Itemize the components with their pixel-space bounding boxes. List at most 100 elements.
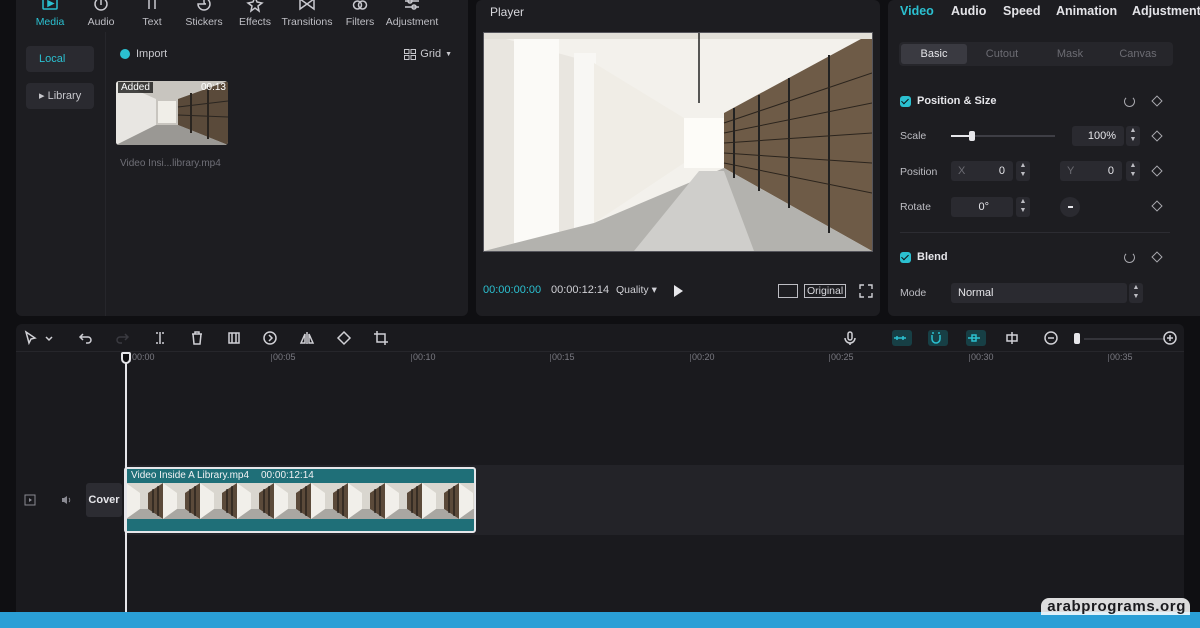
play-icon[interactable] [674, 285, 683, 297]
waveform-icon[interactable] [778, 284, 798, 298]
subtab-bar: Basic Cutout Mask Canvas [899, 42, 1173, 66]
chevron-down-icon[interactable] [44, 330, 54, 346]
timeline-ruler[interactable]: 00:00 00:05 00:10 00:15 00:20 00:25 00:3… [126, 352, 1184, 366]
filmstrip-frame [422, 483, 459, 519]
fullscreen-icon[interactable] [859, 284, 873, 298]
scale-stepper[interactable]: ▲ ▼ [1126, 126, 1140, 146]
zoom-in-icon[interactable] [1162, 330, 1178, 346]
sidebar-item-library[interactable]: ▸ Library [26, 83, 94, 109]
blend-mode-stepper[interactable]: ▲ ▼ [1129, 283, 1143, 303]
zoom-slider-knob[interactable] [1074, 333, 1080, 344]
subtab-canvas[interactable]: Canvas [1105, 44, 1171, 64]
player-controls: 00:00:00:00 00:00:12:14 Quality ▾ Origin… [476, 284, 880, 300]
tab-effects[interactable]: Effects [225, 0, 285, 32]
media-filename: Video Insi...library.mp4 [120, 158, 221, 169]
redo-icon[interactable] [114, 330, 130, 346]
tab-filters-label: Filters [345, 16, 375, 28]
delete-icon[interactable] [189, 330, 205, 346]
cover-button[interactable]: Cover [86, 483, 122, 517]
media-icon [42, 0, 58, 10]
rotate-dial[interactable] [1060, 197, 1080, 217]
audio-icon [94, 0, 108, 11]
blend-header[interactable]: Blend [900, 251, 948, 263]
scale-label: Scale [900, 130, 927, 142]
microphone-icon[interactable] [842, 330, 858, 346]
crop-icon[interactable] [373, 330, 389, 346]
reverse-icon[interactable] [262, 330, 278, 346]
tab-audio-props[interactable]: Audio [951, 4, 986, 18]
undo-icon[interactable] [78, 330, 94, 346]
clip-duration: 00:00:12:14 [261, 470, 314, 481]
tab-text[interactable]: Text [122, 0, 182, 32]
text-icon [148, 0, 156, 9]
ruler-tick: 00:10 [411, 352, 436, 362]
tab-adjustment[interactable]: Adjustment [382, 0, 442, 32]
tab-speed[interactable]: Speed [1003, 4, 1041, 18]
tab-adjustment-props[interactable]: Adjustment [1132, 4, 1200, 18]
blend-reset-icon[interactable] [1124, 252, 1135, 263]
filmstrip-frame [237, 483, 274, 519]
position-y-stepper[interactable]: ▲ ▼ [1126, 161, 1140, 181]
subtab-basic[interactable]: Basic [901, 44, 967, 64]
magnet-icon[interactable] [928, 330, 948, 346]
playhead-handle[interactable] [121, 352, 131, 364]
media-duration: 00:13 [200, 82, 226, 93]
tab-animation[interactable]: Animation [1056, 4, 1117, 18]
track-video-icon[interactable] [24, 494, 36, 506]
view-mode-dropdown[interactable]: Grid ▼ [404, 48, 452, 60]
zoom-out-icon[interactable] [1043, 330, 1059, 346]
video-preview[interactable] [483, 32, 873, 252]
scale-slider[interactable] [951, 131, 1055, 141]
split-view-icon[interactable] [1004, 330, 1020, 346]
rotate-value: 0° [978, 201, 989, 213]
snap-icon[interactable] [966, 330, 986, 346]
position-size-header[interactable]: Position & Size [900, 95, 996, 107]
subtab-mask[interactable]: Mask [1037, 44, 1103, 64]
blend-keyframe-icon[interactable] [1151, 251, 1163, 263]
tab-effects-label: Effects [239, 16, 271, 28]
position-x-stepper[interactable]: ▲ ▼ [1016, 161, 1030, 181]
ruler-tick: 00:35 [1108, 352, 1133, 362]
rotate-stepper[interactable]: ▲ ▼ [1016, 197, 1030, 217]
scale-keyframe-icon[interactable] [1151, 130, 1163, 142]
quality-dropdown[interactable]: Quality ▾ [616, 284, 657, 296]
keyframe-icon[interactable] [1151, 95, 1163, 107]
video-clip[interactable]: Video Inside A Library.mp4 00:00:12:14 [124, 467, 476, 533]
grid-icon [404, 48, 417, 60]
position-x-input[interactable]: X 0 [951, 161, 1013, 181]
ruler-tick: 00:00 [130, 352, 155, 362]
filmstrip-frame [126, 483, 163, 519]
ruler-tick: 00:25 [829, 352, 854, 362]
ratio-button[interactable]: Original [804, 284, 847, 298]
mirror-icon[interactable] [299, 330, 315, 346]
properties-panel: Video Audio Speed Animation Adjustment B… [888, 0, 1200, 316]
link-clips-icon[interactable] [892, 330, 912, 346]
rotate-keyframe-icon[interactable] [1151, 200, 1163, 212]
caret-down-icon: ▼ [445, 50, 452, 58]
y-value: 0 [1107, 165, 1114, 177]
reset-icon[interactable] [1124, 96, 1135, 107]
media-thumbnail[interactable]: Added 00:13 [116, 81, 228, 145]
split-icon[interactable] [152, 330, 168, 346]
freeze-icon[interactable] [226, 330, 242, 346]
current-timecode: 00:00:00:00 [483, 284, 542, 296]
scale-input[interactable]: 100% [1072, 126, 1124, 146]
subtab-cutout[interactable]: Cutout [969, 44, 1035, 64]
sidebar-item-local[interactable]: Local [26, 46, 94, 72]
tab-filters[interactable]: Filters [330, 0, 390, 32]
rotate-icon[interactable] [336, 330, 352, 346]
zoom-slider[interactable] [1084, 338, 1164, 340]
tab-transitions[interactable]: Transitions [277, 0, 337, 32]
position-y-input[interactable]: Y 0 [1060, 161, 1122, 181]
import-button[interactable]: Import [120, 48, 167, 60]
ruler-tick: 00:30 [969, 352, 994, 362]
rotate-input[interactable]: 0° [951, 197, 1013, 217]
speaker-icon[interactable] [60, 494, 72, 506]
select-tool-icon[interactable] [23, 330, 39, 346]
blend-mode-select[interactable]: Normal [951, 283, 1127, 303]
tab-video[interactable]: Video [900, 4, 934, 18]
position-keyframe-icon[interactable] [1151, 165, 1163, 177]
library-corridor-image [484, 33, 872, 251]
video-editor-app: Media Audio Text Stickers Effects Transi… [0, 0, 1200, 612]
scale-slider-knob[interactable] [968, 131, 975, 141]
